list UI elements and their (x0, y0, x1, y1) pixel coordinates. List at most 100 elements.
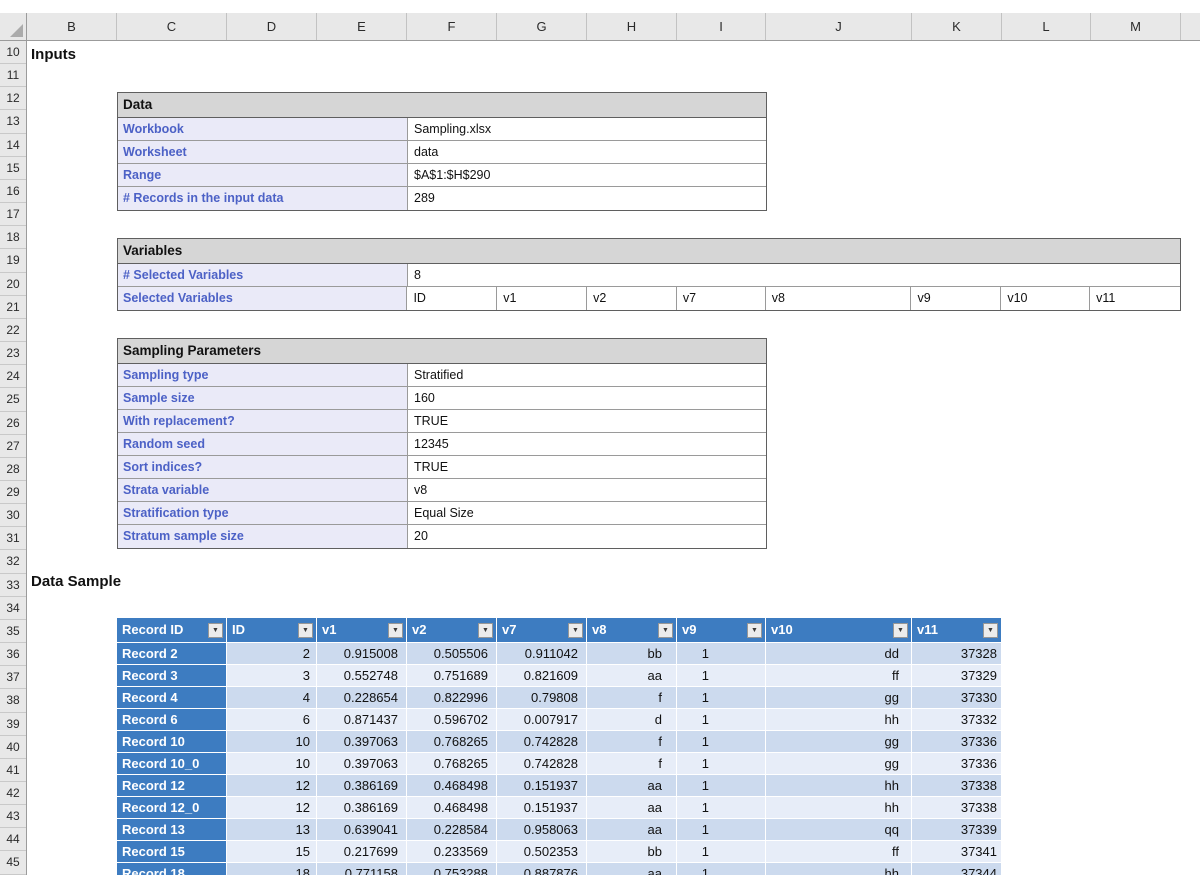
sample-record-id-cell[interactable]: Record 10_0 (117, 753, 227, 775)
data-param-label[interactable]: Worksheet (118, 141, 408, 163)
row-header-22[interactable]: 22 (0, 319, 26, 342)
row-header-28[interactable]: 28 (0, 458, 26, 481)
selected-variable-cell[interactable]: v11 (1090, 287, 1180, 310)
sample-record-id-cell[interactable]: Record 13 (117, 819, 227, 841)
sample-cell[interactable]: 0.397063 (317, 753, 407, 775)
sampling-param-value[interactable]: TRUE (408, 410, 766, 432)
sample-cell[interactable]: gg (766, 731, 912, 753)
sample-cell[interactable]: 0.887876 (497, 863, 587, 875)
sample-cell[interactable]: 0.151937 (497, 797, 587, 819)
row-header-43[interactable]: 43 (0, 805, 26, 828)
sample-cell[interactable]: 1 (677, 643, 766, 665)
row-header-16[interactable]: 16 (0, 180, 26, 203)
row-header-20[interactable]: 20 (0, 273, 26, 296)
row-header-37[interactable]: 37 (0, 666, 26, 689)
data-param-value[interactable]: 289 (408, 187, 766, 210)
sample-cell[interactable]: hh (766, 709, 912, 731)
sample-cell[interactable]: 0.751689 (407, 665, 497, 687)
sample-header-v8[interactable]: v8▼ (587, 618, 677, 643)
column-header-C[interactable]: C (117, 13, 227, 40)
sample-cell[interactable]: aa (587, 775, 677, 797)
sample-cell[interactable]: 0.552748 (317, 665, 407, 687)
sample-header-record-id[interactable]: Record ID▼ (117, 618, 227, 643)
sample-cell[interactable]: 0.228654 (317, 687, 407, 709)
inputs-title[interactable]: Inputs (31, 46, 76, 63)
sample-cell[interactable]: 37336 (912, 731, 1002, 753)
sample-cell[interactable]: gg (766, 687, 912, 709)
sample-cell[interactable]: 1 (677, 665, 766, 687)
selected-variable-cell[interactable]: v7 (677, 287, 766, 310)
row-header-30[interactable]: 30 (0, 504, 26, 527)
filter-button[interactable]: ▼ (893, 623, 908, 638)
sample-cell[interactable]: 4 (227, 687, 317, 709)
sample-record-id-cell[interactable]: Record 4 (117, 687, 227, 709)
column-header-K[interactable]: K (912, 13, 1002, 40)
filter-button[interactable]: ▼ (208, 623, 223, 638)
sample-cell[interactable]: 6 (227, 709, 317, 731)
row-header-25[interactable]: 25 (0, 388, 26, 411)
sample-header-v2[interactable]: v2▼ (407, 618, 497, 643)
sample-cell[interactable]: ff (766, 665, 912, 687)
row-header-11[interactable]: 11 (0, 64, 26, 87)
sample-cell[interactable]: 0.822996 (407, 687, 497, 709)
sample-cell[interactable]: 0.742828 (497, 753, 587, 775)
sample-cell[interactable]: 1 (677, 863, 766, 875)
row-header-31[interactable]: 31 (0, 527, 26, 550)
sample-cell[interactable]: f (587, 731, 677, 753)
selected-variable-cell[interactable]: ID (407, 287, 497, 310)
row-header-35[interactable]: 35 (0, 620, 26, 643)
sample-cell[interactable]: f (587, 687, 677, 709)
data-param-value[interactable]: data (408, 141, 766, 163)
sample-cell[interactable]: 13 (227, 819, 317, 841)
sample-cell[interactable]: 1 (677, 797, 766, 819)
sample-cell[interactable]: 0.771158 (317, 863, 407, 875)
data-param-label[interactable]: Range (118, 164, 408, 186)
filter-button[interactable]: ▼ (388, 623, 403, 638)
sample-cell[interactable]: 1 (677, 731, 766, 753)
sample-header-v10[interactable]: v10▼ (766, 618, 912, 643)
sample-header-v7[interactable]: v7▼ (497, 618, 587, 643)
sample-cell[interactable]: gg (766, 753, 912, 775)
sample-cell[interactable]: 0.742828 (497, 731, 587, 753)
sample-cell[interactable]: 37338 (912, 775, 1002, 797)
sample-cell[interactable]: 0.007917 (497, 709, 587, 731)
row-header-27[interactable]: 27 (0, 435, 26, 458)
sample-cell[interactable]: 1 (677, 753, 766, 775)
data-param-value[interactable]: $A$1:$H$290 (408, 164, 766, 186)
sample-record-id-cell[interactable]: Record 12 (117, 775, 227, 797)
row-header-13[interactable]: 13 (0, 110, 26, 133)
sample-record-id-cell[interactable]: Record 10 (117, 731, 227, 753)
row-header-19[interactable]: 19 (0, 249, 26, 272)
sample-cell[interactable]: 1 (677, 819, 766, 841)
sample-cell[interactable]: bb (587, 643, 677, 665)
column-header-M[interactable]: M (1091, 13, 1181, 40)
sample-cell[interactable]: 1 (677, 841, 766, 863)
sample-cell[interactable]: 0.753288 (407, 863, 497, 875)
column-header-J[interactable]: J (766, 13, 912, 40)
variables-count-label[interactable]: # Selected Variables (118, 264, 408, 286)
sampling-param-value[interactable]: 20 (408, 525, 766, 548)
row-header-40[interactable]: 40 (0, 736, 26, 759)
sample-cell[interactable]: 15 (227, 841, 317, 863)
sample-cell[interactable]: 0.386169 (317, 797, 407, 819)
sample-cell[interactable]: 0.958063 (497, 819, 587, 841)
row-header-24[interactable]: 24 (0, 365, 26, 388)
sampling-param-value[interactable]: TRUE (408, 456, 766, 478)
row-header-14[interactable]: 14 (0, 134, 26, 157)
selected-variable-cell[interactable]: v9 (911, 287, 1001, 310)
sample-cell[interactable]: 0.79808 (497, 687, 587, 709)
sample-record-id-cell[interactable]: Record 2 (117, 643, 227, 665)
variables-count-value[interactable]: 8 (408, 264, 1180, 286)
selected-variable-cell[interactable]: v8 (766, 287, 912, 310)
sampling-param-label[interactable]: Strata variable (118, 479, 408, 501)
sample-header-v11[interactable]: v11▼ (912, 618, 1002, 643)
sample-cell[interactable]: 37338 (912, 797, 1002, 819)
data-sample-title[interactable]: Data Sample (31, 573, 121, 590)
sampling-param-value[interactable]: 12345 (408, 433, 766, 455)
sample-cell[interactable]: hh (766, 797, 912, 819)
column-header-E[interactable]: E (317, 13, 407, 40)
sample-cell[interactable]: 0.911042 (497, 643, 587, 665)
sample-cell[interactable]: 0.871437 (317, 709, 407, 731)
row-header-42[interactable]: 42 (0, 782, 26, 805)
sampling-param-label[interactable]: Random seed (118, 433, 408, 455)
